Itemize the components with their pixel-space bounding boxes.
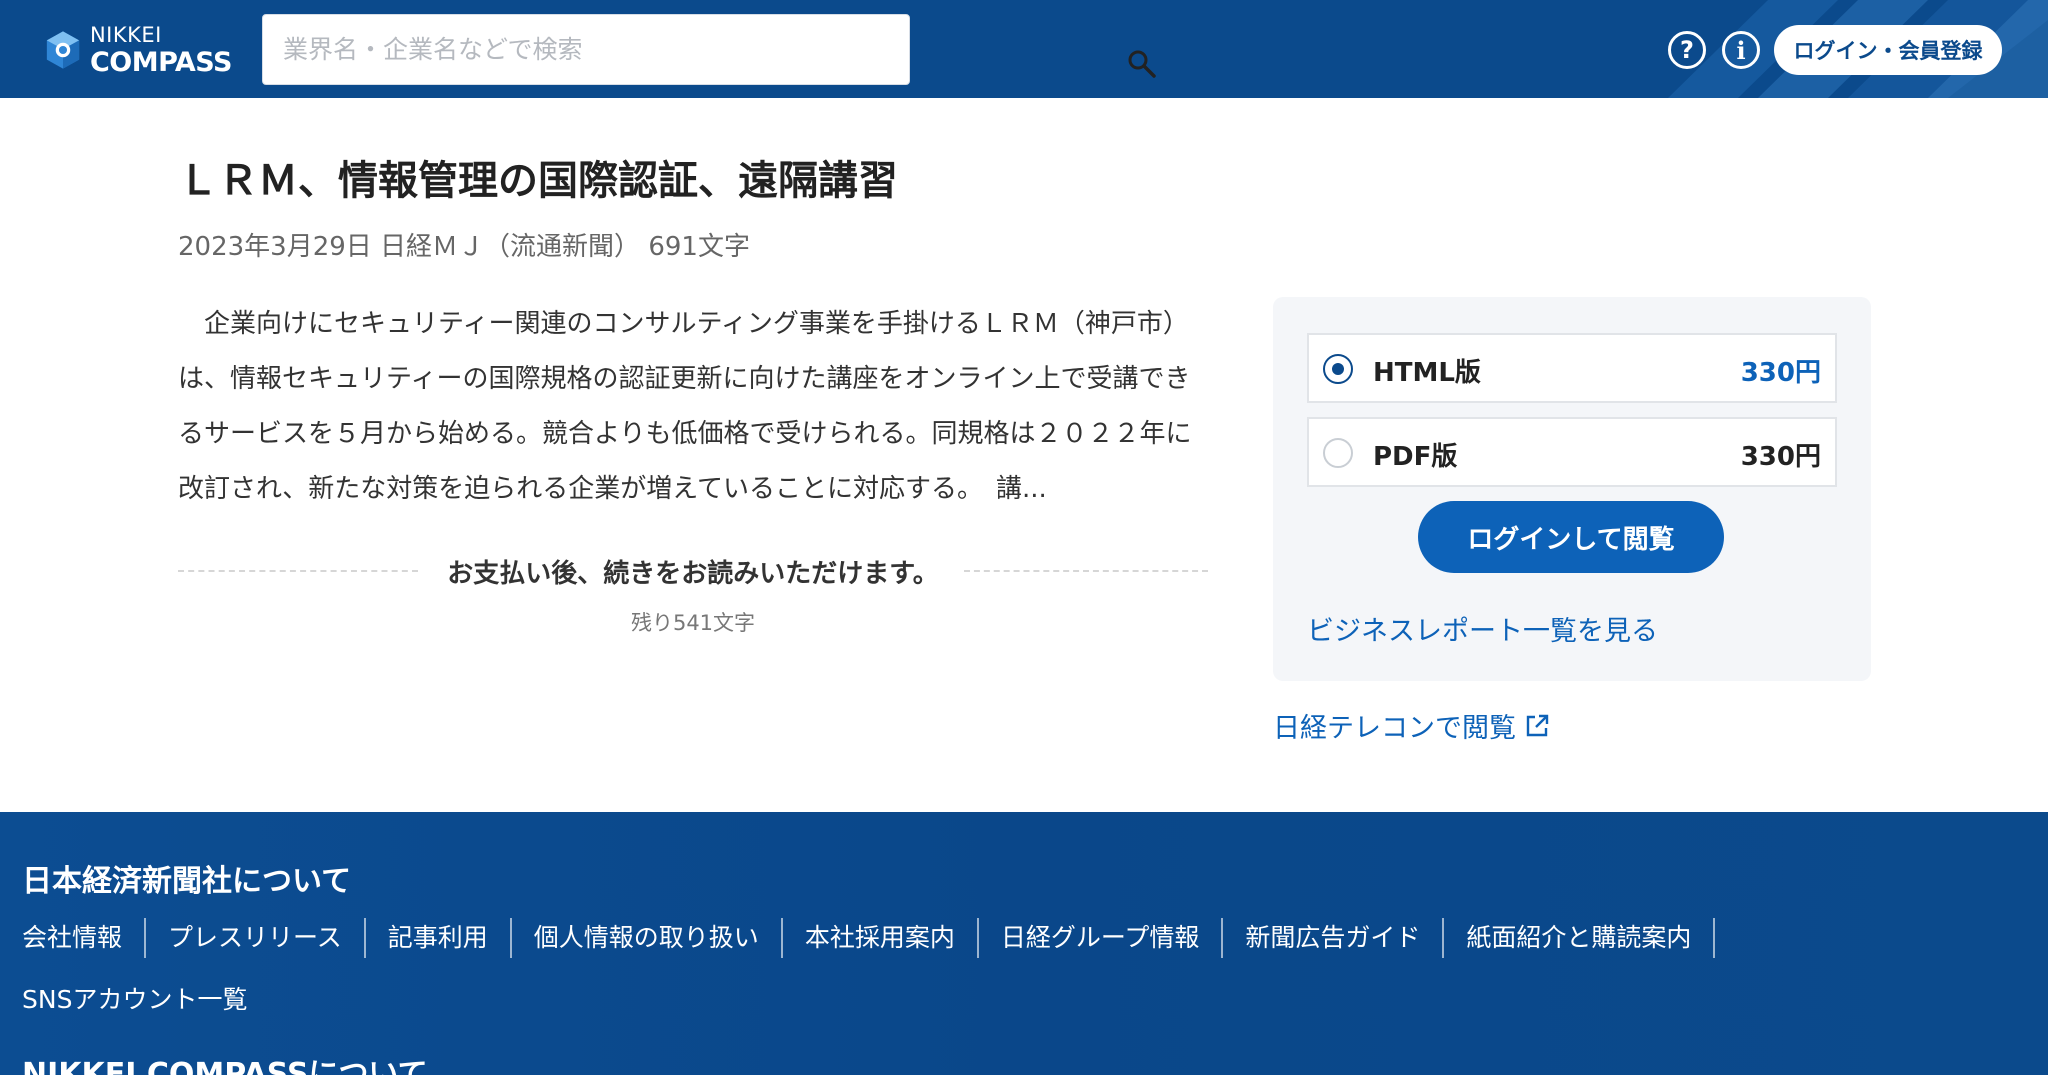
footer-link-group[interactable]: 日経グループ情報 — [979, 918, 1224, 958]
footer-title: 日本経済新聞社について — [22, 864, 352, 899]
search-input[interactable] — [283, 15, 843, 84]
option-pdf[interactable]: PDF版 330円 — [1307, 417, 1837, 487]
search-icon[interactable] — [1127, 49, 1157, 79]
footer-link-press[interactable]: プレスリリース — [146, 918, 366, 958]
help-icon[interactable]: ? — [1668, 31, 1706, 69]
login-register-button[interactable]: ログイン・会員登録 — [1774, 25, 2002, 75]
search-box — [262, 14, 1156, 85]
radio-pdf[interactable] — [1323, 438, 1353, 468]
footer-link-recruit[interactable]: 本社採用案内 — [783, 918, 979, 958]
radio-html[interactable] — [1323, 354, 1353, 384]
site-footer: 日本経済新聞社について 会社情報 プレスリリース 記事利用 個人情報の取り扱い … — [0, 812, 2048, 1075]
site-header: NIKKEI COMPASS ? i ログイン・会員登録 — [0, 0, 2048, 98]
nikkei-telecom-link[interactable]: 日経テレコンで閲覧 — [1273, 706, 1550, 745]
telecom-link-label: 日経テレコンで閲覧 — [1273, 713, 1516, 744]
login-to-read-button[interactable]: ログインして閲覧 — [1418, 501, 1724, 573]
article-body: 企業向けにセキュリティー関連のコンサルティング事業を手掛けるＬＲＭ（神戸市）は、… — [178, 309, 1192, 504]
paywall-divider: お支払い後、続きをお読みいただけます。 — [178, 549, 1208, 593]
external-link-icon — [1526, 714, 1549, 736]
logo-line2: COMPASS — [89, 46, 233, 78]
footer-link-ad-guide[interactable]: 新聞広告ガイド — [1223, 918, 1445, 958]
article-meta: 2023年3月29日 日経ＭＪ（流通新聞） 691文字 — [178, 232, 750, 262]
compass-logo-icon — [46, 31, 80, 69]
remaining-chars: 残り541文字 — [630, 611, 756, 635]
dashed-line-right — [964, 570, 1208, 572]
info-icon[interactable]: i — [1722, 31, 1760, 69]
footer-link-company[interactable]: 会社情報 — [0, 918, 147, 958]
purchase-panel: HTML版 330円 PDF版 330円 ログインして閲覧 ビジネスレポート一覧… — [1273, 297, 1871, 681]
nikkei-compass-logo[interactable]: NIKKEI COMPASS — [42, 22, 233, 78]
footer-link-usage[interactable]: 記事利用 — [366, 918, 512, 958]
footer-link-sns[interactable]: SNSアカウント一覧 — [22, 980, 247, 1016]
footer-link-privacy[interactable]: 個人情報の取り扱い — [512, 918, 783, 958]
footer-links: 会社情報 プレスリリース 記事利用 個人情報の取り扱い 本社採用案内 日経グルー… — [0, 916, 1716, 960]
option-html-name: HTML版 — [1373, 358, 1481, 388]
option-pdf-name: PDF版 — [1373, 442, 1458, 472]
business-report-link[interactable]: ビジネスレポート一覧を見る — [1307, 609, 1658, 648]
footer-next-section-title: NIKKEI COMPASSについて — [22, 1060, 428, 1075]
option-html-price: 330円 — [1740, 358, 1821, 388]
option-html[interactable]: HTML版 330円 — [1307, 333, 1837, 403]
logo-line1: NIKKEI — [89, 22, 162, 47]
article-title: ＬＲＭ、情報管理の国際認証、遠隔講習 — [178, 158, 898, 204]
option-pdf-price: 330円 — [1740, 442, 1821, 472]
footer-link-subscription[interactable]: 紙面紹介と購読案内 — [1444, 918, 1716, 958]
